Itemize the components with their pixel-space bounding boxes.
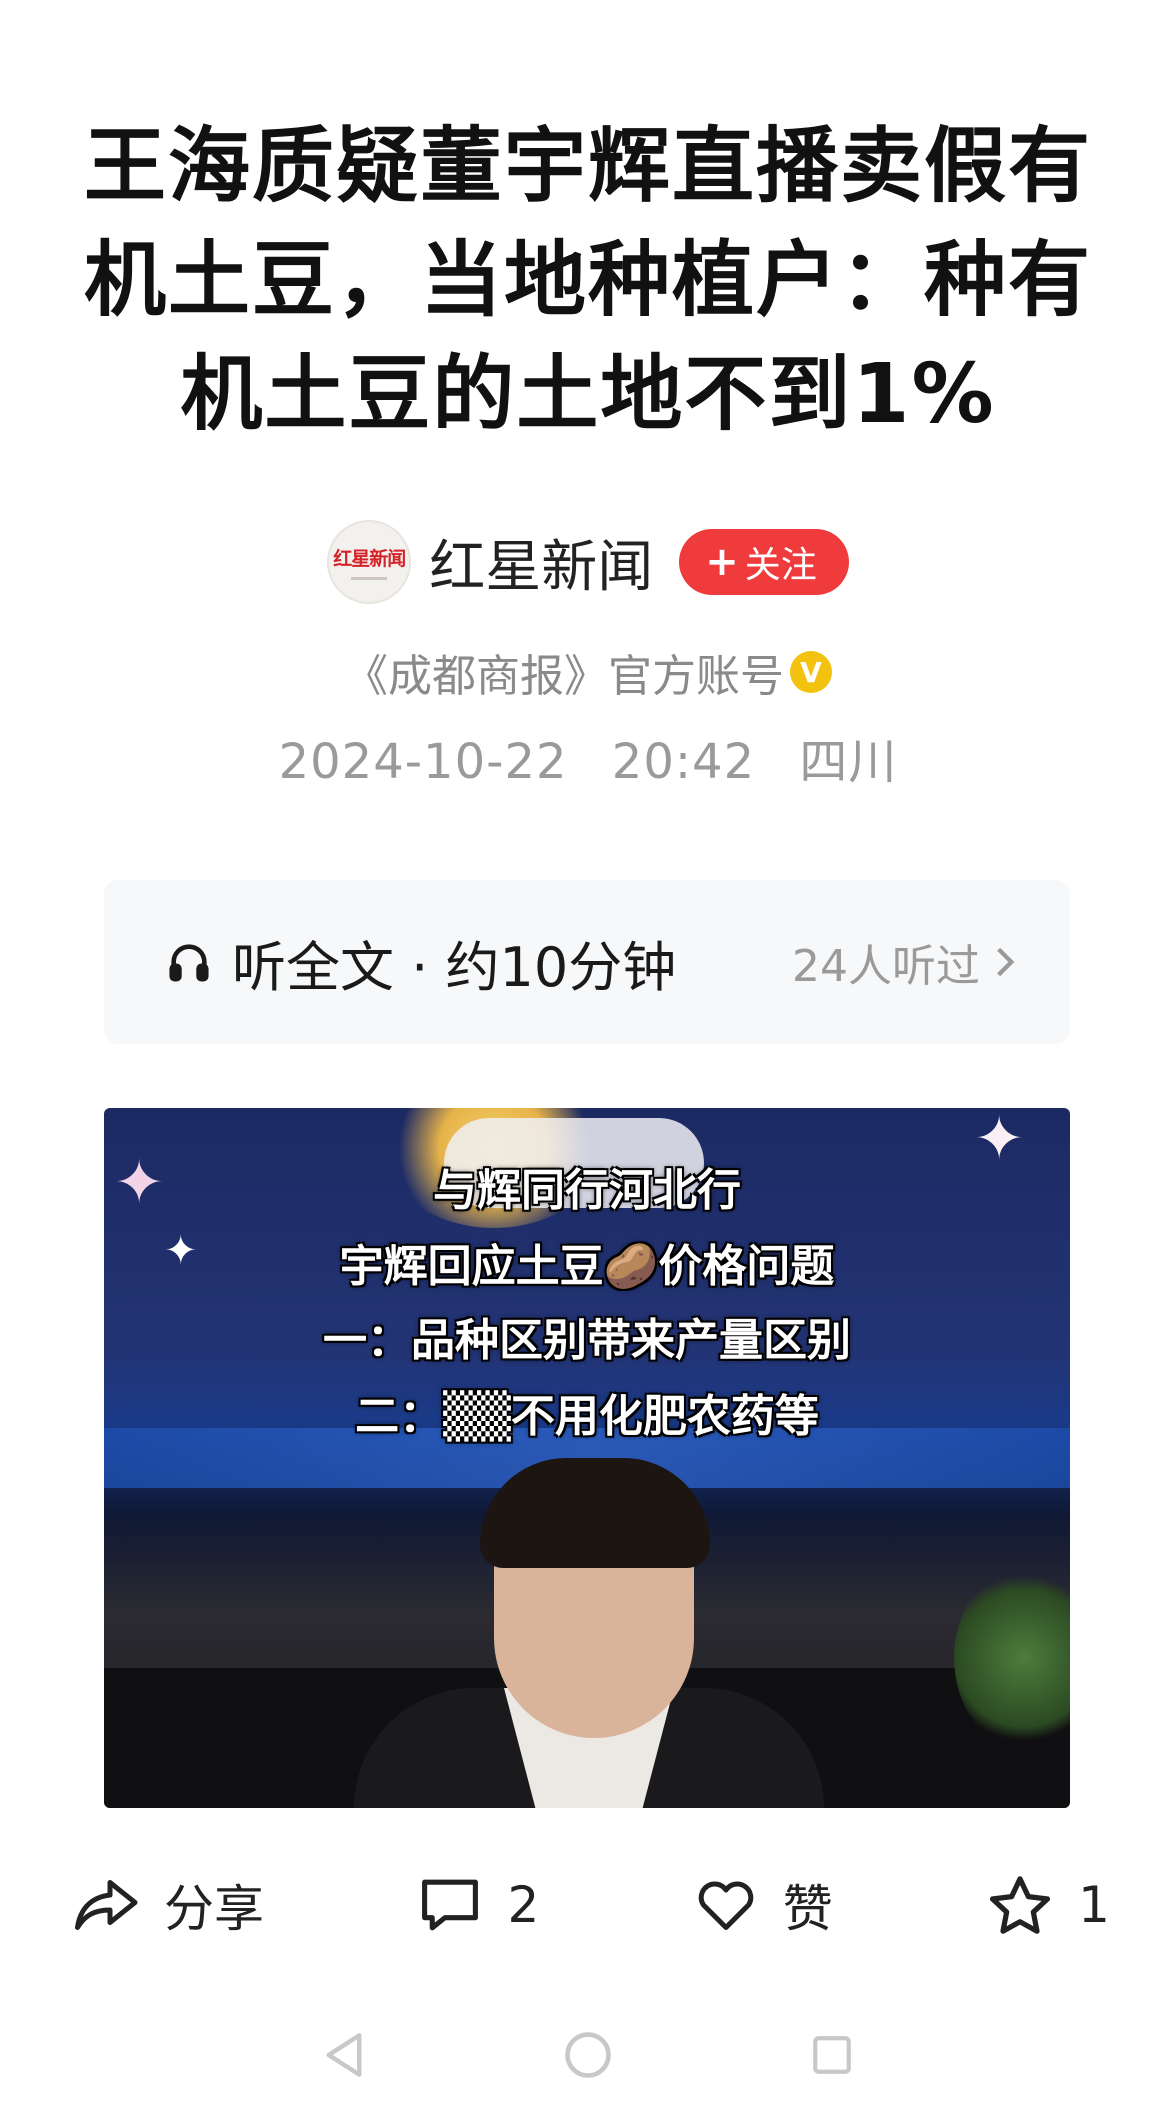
listen-label: 听全文 · 约10分钟 bbox=[232, 935, 677, 999]
video-caption-line: 宇辉回应土豆🥔价格问题 bbox=[339, 1241, 835, 1292]
share-label: 分享 bbox=[164, 1880, 264, 1938]
verified-badge-icon: V bbox=[790, 651, 832, 693]
author-row: 红星新闻 红星新闻 + 关注 bbox=[0, 520, 1176, 604]
headphones-icon bbox=[169, 944, 209, 982]
comment-count: 2 bbox=[507, 1876, 540, 1934]
video-caption-line: 一：品种区别带来产量区别 bbox=[323, 1315, 851, 1366]
system-nav-bar bbox=[0, 2020, 1176, 2090]
article-title: 王海质疑董宇辉直播卖假有机土豆，当地种植户：种有机土豆的土地不到1% bbox=[83, 119, 1092, 442]
star-icon bbox=[990, 1876, 1051, 1934]
recent-square-icon bbox=[813, 2036, 851, 2074]
publish-location: 四川 bbox=[799, 734, 898, 790]
listen-full-text-card[interactable]: 听全文 · 约10分钟 24人听过 bbox=[104, 880, 1070, 1044]
publish-meta: 2024-10-22 20:42 四川 bbox=[0, 722, 1176, 792]
heart-icon bbox=[698, 1881, 753, 1930]
follow-button[interactable]: + 关注 bbox=[679, 529, 849, 595]
publish-date: 2024-10-22 bbox=[278, 734, 568, 790]
home-circle-icon bbox=[565, 2032, 611, 2078]
official-account-text: 《成都商报》官方账号 bbox=[344, 651, 784, 702]
like-button[interactable]: 赞 bbox=[693, 1869, 833, 1941]
chevron-right-icon bbox=[997, 947, 1015, 977]
follow-label: 关注 bbox=[744, 545, 817, 586]
nav-home-button[interactable] bbox=[558, 2025, 618, 2085]
official-account-line: 《成都商报》官方账号 V bbox=[0, 640, 1176, 704]
video-caption-line: 与辉同行河北行 bbox=[433, 1165, 741, 1216]
listeners-count-link[interactable]: 24人听过 bbox=[792, 930, 1018, 994]
listen-left: 听全文 · 约10分钟 bbox=[166, 923, 676, 1002]
logo-underline bbox=[351, 577, 388, 580]
comment-icon bbox=[422, 1879, 479, 1931]
share-icon bbox=[75, 1880, 138, 1930]
favorite-count: 1 bbox=[1078, 1876, 1110, 1934]
back-triangle-icon bbox=[326, 2033, 362, 2077]
author-avatar[interactable]: 红星新闻 bbox=[327, 520, 412, 604]
author-logo-text: 红星新闻 bbox=[333, 548, 406, 570]
publish-time: 20:42 bbox=[611, 734, 756, 790]
author-name[interactable]: 红星新闻 bbox=[429, 522, 653, 603]
video-caption-line: 二：▒▒不用化肥农药等 bbox=[355, 1391, 819, 1442]
favorite-button[interactable]: 1 bbox=[986, 1873, 1110, 1937]
action-bar: 分享 2 赞 1 bbox=[70, 1860, 1110, 1950]
listeners-count: 24人听过 bbox=[792, 941, 980, 992]
share-button[interactable]: 分享 bbox=[70, 1869, 264, 1941]
plus-icon: + bbox=[705, 539, 739, 585]
like-label: 赞 bbox=[782, 1880, 833, 1938]
article-video[interactable]: ✦ ✦ ✦ 与辉同行河北行 宇辉回应土豆🥔价格问题 一：品种区别带来产量区别 二… bbox=[104, 1108, 1070, 1808]
comment-button[interactable]: 2 bbox=[417, 1874, 539, 1936]
nav-back-button[interactable] bbox=[314, 2025, 374, 2085]
nav-recent-button[interactable] bbox=[802, 2025, 862, 2085]
video-person-hair bbox=[480, 1458, 710, 1568]
